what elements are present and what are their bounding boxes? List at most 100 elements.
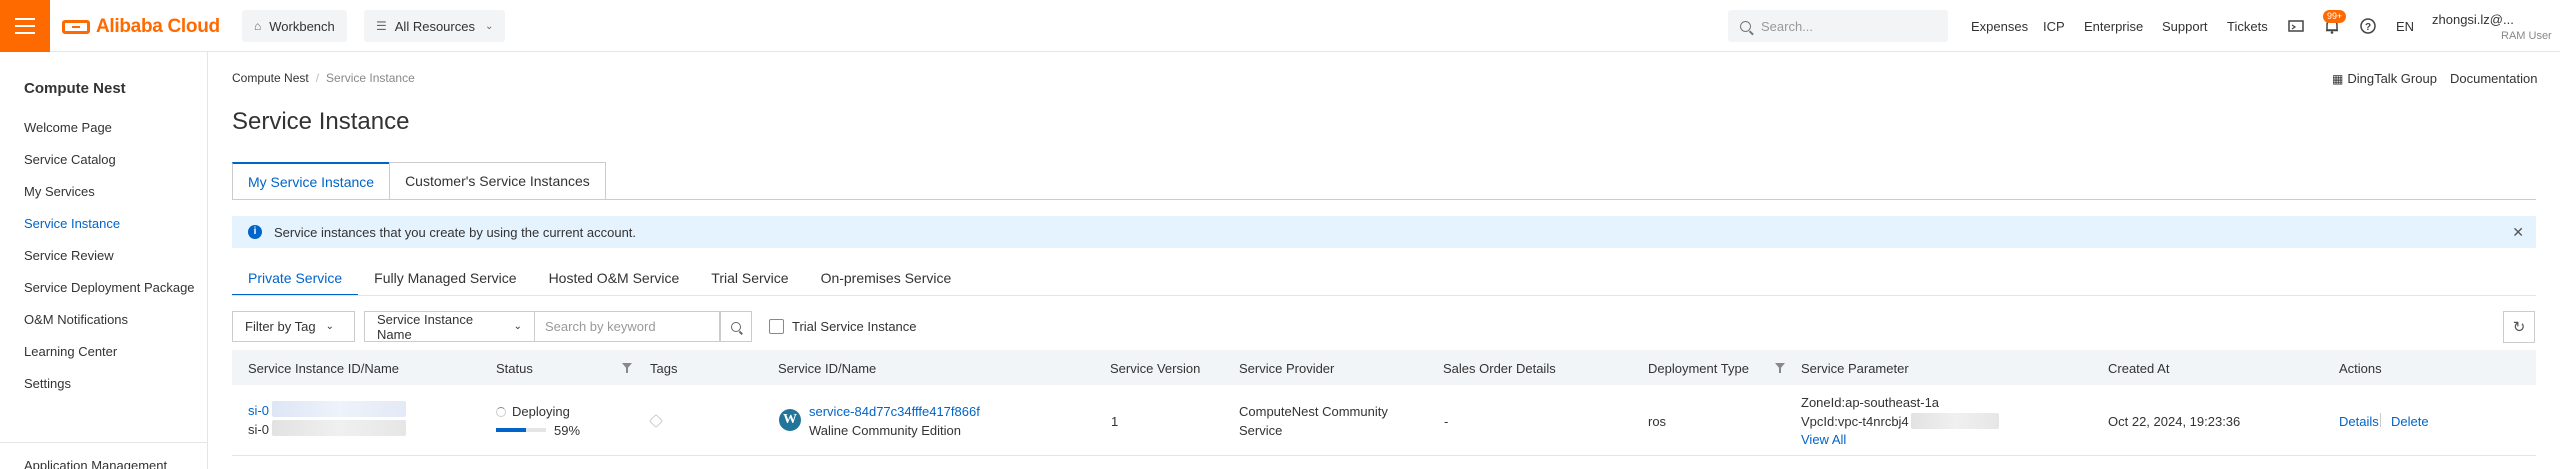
all-resources-label: All Resources: [394, 18, 475, 34]
search-field-select[interactable]: Service Instance Name ⌄: [364, 311, 535, 342]
hamburger-menu-button[interactable]: [0, 0, 50, 52]
service-type-tabs: Private Service Fully Managed Service Ho…: [232, 262, 968, 296]
column-header: Deployment Type: [1648, 361, 1749, 376]
column-header: Service Instance ID/Name: [248, 361, 400, 376]
sidebar-item-learning-center[interactable]: Learning Center: [24, 344, 117, 359]
redacted-vpc-id: [1911, 413, 1999, 429]
deployment-progress-bar: [496, 428, 546, 432]
workbench-button[interactable]: ⌂ Workbench: [242, 10, 347, 42]
sidebar-title: Compute Nest: [24, 80, 126, 97]
progress-fill: [496, 428, 526, 432]
created-at: Oct 22, 2024, 19:23:36: [2108, 414, 2241, 429]
delete-link[interactable]: Delete: [2391, 414, 2429, 429]
wordpress-icon: W: [779, 409, 801, 431]
documentation-label: Documentation: [2450, 71, 2538, 86]
column-header: Service ID/Name: [778, 361, 877, 376]
refresh-button[interactable]: ↻: [2503, 311, 2535, 343]
progress-percent: 59%: [554, 423, 581, 438]
expenses-link[interactable]: Expenses: [1971, 19, 2028, 34]
trial-service-label[interactable]: Trial Service Instance: [792, 319, 917, 334]
dingtalk-group-link[interactable]: ▦ DingTalk Group: [2332, 71, 2437, 86]
brand-name: Alibaba Cloud: [96, 16, 220, 37]
table-header: [232, 350, 2536, 385]
user-name[interactable]: zhongsi.lz@...: [2432, 12, 2514, 27]
filter-funnel-icon[interactable]: [1775, 363, 1785, 373]
subtab-trial-service[interactable]: Trial Service: [695, 262, 804, 294]
search-icon: [1740, 20, 1751, 32]
message-icon[interactable]: [2287, 17, 2305, 35]
subtab-private-service[interactable]: Private Service: [232, 262, 359, 296]
subtab-on-premises-service[interactable]: On-premises Service: [805, 262, 968, 294]
column-header: Service Parameter: [1801, 361, 1909, 376]
filter-by-tag-label: Filter by Tag: [245, 319, 316, 334]
search-placeholder: Search...: [1761, 18, 1814, 34]
chevron-down-icon: ⌄: [513, 321, 522, 332]
global-search-input[interactable]: Search...: [1728, 10, 1948, 42]
search-field-label: Service Instance Name: [377, 311, 474, 342]
view-all-link[interactable]: View All: [1801, 432, 1846, 447]
redacted-instance-id: [272, 401, 406, 417]
subtab-fully-managed-service[interactable]: Fully Managed Service: [358, 262, 532, 294]
details-link[interactable]: Details: [2339, 414, 2379, 429]
icp-link[interactable]: ICP: [2043, 19, 2065, 34]
trial-service-checkbox[interactable]: [769, 319, 784, 334]
subtab-hosted-om-service[interactable]: Hosted O&M Service: [533, 262, 696, 294]
documentation-link[interactable]: Documentation: [2450, 71, 2537, 86]
all-resources-dropdown[interactable]: ☰ All Resources ⌄: [364, 10, 506, 42]
column-header: Sales Order Details: [1443, 361, 1556, 376]
breadcrumb: Compute Nest / Service Instance: [232, 71, 415, 85]
tab-my-service-instance[interactable]: My Service Instance: [232, 162, 391, 200]
dingtalk-group-label: DingTalk Group: [2347, 71, 2437, 86]
tag-icon[interactable]: [648, 413, 664, 429]
tickets-link[interactable]: Tickets: [2227, 19, 2268, 34]
alibaba-cloud-logo[interactable]: Alibaba Cloud: [62, 16, 220, 38]
home-icon: ⌂: [254, 19, 262, 33]
sidebar-item-welcome-page[interactable]: Welcome Page: [24, 120, 112, 135]
column-header: Status: [496, 361, 533, 376]
sidebar-item-service-deployment-package[interactable]: Service Deployment Package: [24, 280, 195, 295]
filter-by-tag-dropdown[interactable]: Filter by Tag ⌄: [232, 311, 355, 342]
sidebar-item-application-management[interactable]: Application Management: [24, 458, 167, 469]
alert-message: Service instances that you create by usi…: [274, 224, 637, 240]
filter-funnel-icon[interactable]: [622, 363, 632, 373]
page-title: Service Instance: [232, 108, 410, 135]
support-link[interactable]: Support: [2162, 19, 2208, 34]
sidebar-item-service-instance[interactable]: Service Instance: [24, 216, 120, 231]
breadcrumb-current: Service Instance: [326, 71, 415, 85]
column-header: Service Provider: [1239, 361, 1335, 376]
column-header: Tags: [650, 361, 678, 376]
top-navigation-bar: Alibaba Cloud ⌂ Workbench ☰ All Resource…: [0, 0, 2560, 52]
sidebar-item-service-review[interactable]: Service Review: [24, 248, 114, 263]
chevron-down-icon: ⌄: [484, 20, 494, 32]
close-icon[interactable]: ✕: [2512, 224, 2524, 241]
chevron-down-icon: ⌄: [325, 321, 334, 332]
keyword-search-input[interactable]: Search by keyword: [534, 311, 720, 342]
instance-tabs: My Service Instance Customer's Service I…: [232, 162, 606, 200]
enterprise-link[interactable]: Enterprise: [2084, 19, 2143, 34]
instance-id-link[interactable]: si-0: [248, 403, 269, 418]
param-zone-id: ZoneId:ap-southeast-1a: [1801, 395, 1940, 410]
service-provider-line2: Service: [1239, 423, 1283, 438]
notification-badge: 99+: [2323, 10, 2347, 23]
sidebar-item-service-catalog[interactable]: Service Catalog: [24, 152, 116, 167]
keyword-search-button[interactable]: [720, 311, 752, 342]
sidebar-divider: [0, 442, 207, 443]
user-role: RAM User: [2501, 30, 2552, 42]
sales-order-details: -: [1444, 414, 1449, 429]
list-icon: ☰: [376, 19, 387, 33]
tab-customers-service-instances[interactable]: Customer's Service Instances: [389, 162, 606, 200]
redacted-instance-name: [272, 420, 406, 436]
keyword-placeholder: Search by keyword: [545, 319, 656, 334]
sidebar-item-om-notifications[interactable]: O&M Notifications: [24, 312, 128, 327]
subtab-divider: [232, 295, 2536, 296]
param-vpc-id: VpcId:vpc-t4nrcbj4: [1801, 414, 1909, 429]
language-switch[interactable]: EN: [2396, 19, 2414, 34]
breadcrumb-root[interactable]: Compute Nest: [232, 71, 309, 85]
tabbar-divider: [232, 199, 2536, 200]
sidebar-item-settings[interactable]: Settings: [24, 376, 71, 391]
help-icon[interactable]: ?: [2359, 17, 2377, 35]
refresh-icon: ↻: [2512, 319, 2526, 336]
column-header: Service Version: [1110, 361, 1201, 376]
sidebar-item-my-services[interactable]: My Services: [24, 184, 95, 199]
service-id-link[interactable]: service-84d77c34fffe417f866f: [809, 404, 980, 419]
